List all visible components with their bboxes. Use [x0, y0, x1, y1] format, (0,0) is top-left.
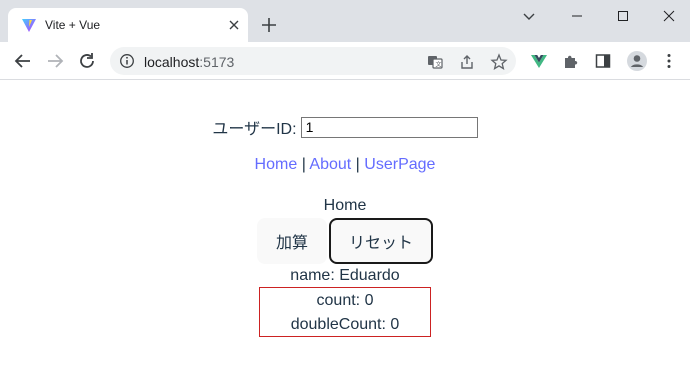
nav-link-about[interactable]: About [309, 156, 351, 173]
nav-separator: | [355, 156, 360, 173]
address-bar[interactable]: localhost:5173 文 [110, 47, 516, 75]
browser-toolbar: localhost:5173 文 [0, 42, 690, 80]
add-button[interactable]: 加算 [256, 218, 327, 264]
userid-label: ユーザーID: [212, 121, 297, 138]
share-icon[interactable] [458, 53, 476, 71]
vue-devtools-icon[interactable] [530, 52, 548, 70]
reload-icon[interactable] [76, 50, 98, 72]
count-box: count: 0 doubleCount: 0 [259, 287, 431, 337]
close-window-button[interactable] [646, 0, 690, 32]
router-nav: Home | About | UserPage [0, 156, 690, 174]
double-count-text: doubleCount: 0 [290, 316, 400, 333]
maximize-icon [618, 11, 628, 21]
new-tab-icon[interactable] [259, 15, 279, 35]
url-host: localhost [144, 54, 200, 70]
tab-strip: Vite + Vue [0, 0, 690, 42]
site-info-icon[interactable] [119, 53, 135, 69]
reset-button[interactable]: リセット [329, 218, 434, 264]
vite-logo-icon [22, 19, 36, 32]
nav-separator: | [301, 156, 306, 173]
forward-arrow-icon[interactable] [44, 50, 66, 72]
close-window-icon [663, 10, 675, 22]
url-text: localhost:5173 [144, 54, 234, 70]
bookmark-star-icon[interactable] [490, 53, 508, 71]
minimize-icon [572, 15, 582, 17]
tab-title: Vite + Vue [45, 18, 101, 32]
maximize-button[interactable] [600, 0, 646, 32]
nav-link-home[interactable]: Home [255, 156, 298, 173]
side-panel-icon[interactable] [594, 52, 612, 70]
url-port: :5173 [199, 54, 235, 70]
userid-row: ユーザーID: [0, 115, 690, 139]
userid-input[interactable] [300, 116, 478, 138]
page-content: ユーザーID: Home | About | UserPage Home 加算 … [0, 81, 690, 371]
back-arrow-icon[interactable] [12, 50, 34, 72]
profile-avatar-icon[interactable] [626, 50, 648, 72]
svg-text:文: 文 [436, 61, 442, 69]
view-title: Home [323, 197, 367, 214]
name-text: name: Eduardo [290, 267, 400, 284]
translate-icon[interactable]: 文 [426, 53, 444, 71]
close-tab-icon[interactable] [226, 17, 242, 33]
browser-tab-active[interactable]: Vite + Vue [8, 8, 248, 42]
menu-kebab-icon[interactable] [660, 52, 678, 70]
counter-buttons: 加算 リセット [0, 218, 690, 264]
count-text: count: 0 [316, 292, 374, 309]
nav-link-userpage[interactable]: UserPage [364, 156, 435, 173]
tab-search-chevron-icon[interactable] [518, 6, 540, 26]
extensions-puzzle-icon[interactable] [562, 52, 580, 70]
minimize-button[interactable] [554, 0, 600, 32]
